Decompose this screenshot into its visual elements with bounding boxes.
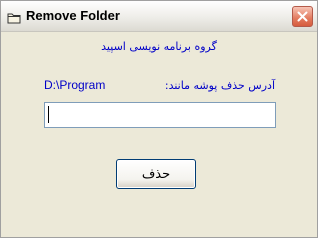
remove-folder-dialog: Remove Folder گروه برنامه نویسی اسپید D:… (0, 0, 318, 238)
title-bar[interactable]: Remove Folder (1, 1, 317, 32)
close-button[interactable] (292, 6, 313, 27)
dialog-body: گروه برنامه نویسی اسپید D:\Program آدرس … (1, 32, 317, 237)
example-path-label: D:\Program (44, 78, 106, 92)
folder-path-input[interactable] (44, 102, 276, 128)
delete-button[interactable]: حذف (116, 159, 196, 189)
group-heading: گروه برنامه نویسی اسپید (101, 40, 217, 53)
text-caret (48, 106, 49, 123)
address-label: آدرس حذف پوشه مانند: (164, 79, 275, 92)
window-title: Remove Folder (26, 8, 120, 23)
folder-icon (7, 9, 21, 24)
